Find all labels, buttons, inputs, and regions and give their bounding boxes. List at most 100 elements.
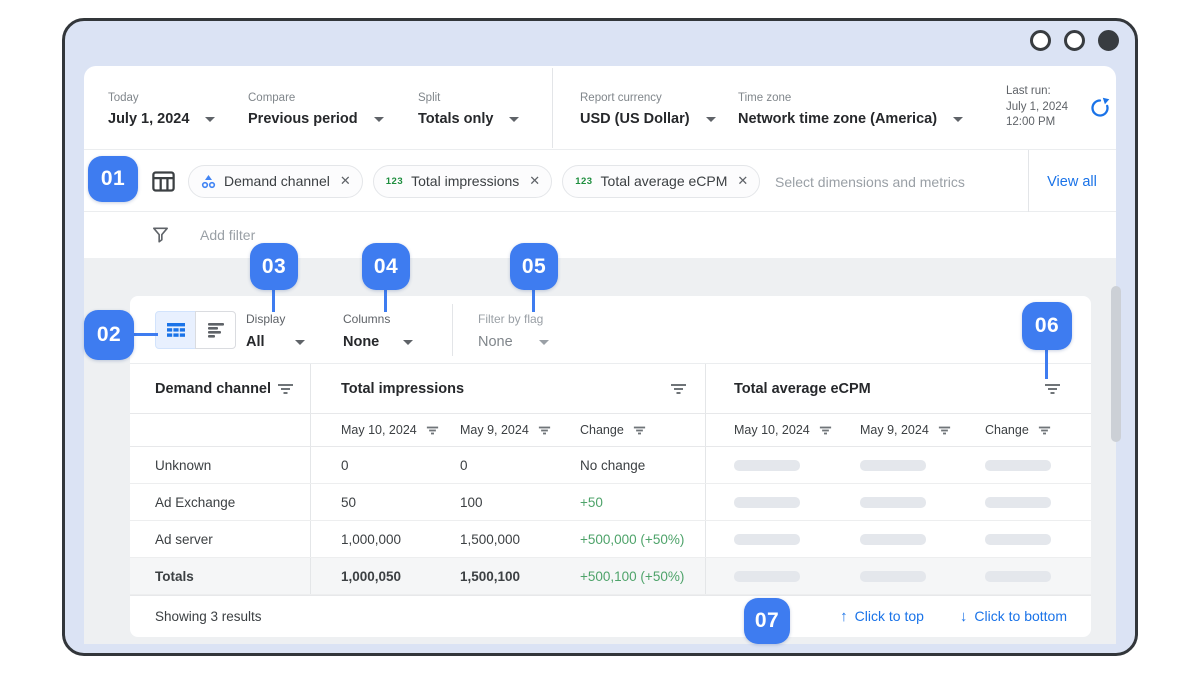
add-filter-button[interactable]: Add filter — [200, 227, 255, 243]
row-dimension: Totals — [130, 558, 310, 594]
columns-dropdown[interactable]: Columns None — [343, 312, 413, 350]
table-subheader-row: May 10, 2024 May 9, 2024 Change May 10, … — [130, 414, 1091, 447]
close-icon[interactable]: ✕ — [737, 173, 748, 189]
skeleton-pill — [734, 497, 800, 508]
sort-filter-icon[interactable] — [277, 383, 294, 395]
sort-filter-icon[interactable] — [426, 426, 439, 435]
table-row: Ad server 1,000,000 1,500,000 +500,000 (… — [130, 521, 1091, 558]
chart-view-button[interactable] — [195, 311, 236, 349]
table-view-button[interactable] — [155, 311, 196, 349]
timezone-selector[interactable]: Time zone Network time zone (America) — [738, 92, 963, 127]
dropdown-label: Columns — [343, 312, 413, 326]
selector-label: Today — [108, 92, 215, 104]
dimensions-metrics-row: Demand channel ✕ 123 Total impressions ✕… — [84, 150, 1116, 212]
chip-total-impressions[interactable]: 123 Total impressions ✕ — [373, 165, 552, 198]
row-value: 50 — [310, 484, 445, 520]
sort-filter-icon[interactable] — [633, 426, 646, 435]
callout-badge-04: 04 — [362, 243, 410, 290]
sort-filter-icon[interactable] — [819, 426, 832, 435]
report-settings-row: Today July 1, 2024 Compare Previous peri… — [84, 66, 1116, 150]
row-dimension: Ad server — [130, 521, 310, 557]
click-to-bottom-link[interactable]: ↓ Click to bottom — [960, 608, 1067, 625]
refresh-icon[interactable] — [1088, 96, 1112, 120]
arrow-up-icon: ↑ — [840, 608, 848, 625]
row-change: +500,000 (+50%) — [570, 521, 705, 557]
column-header: Demand channel — [155, 381, 271, 397]
filter-by-flag-dropdown[interactable]: Filter by flag None — [478, 312, 549, 350]
chevron-down-icon — [374, 117, 384, 122]
hierarchy-icon — [201, 174, 216, 189]
table-columns-icon[interactable] — [150, 168, 177, 195]
page: Today July 1, 2024 Compare Previous peri… — [0, 0, 1200, 675]
selector-label: Time zone — [738, 92, 963, 104]
placeholder-cell — [705, 558, 833, 594]
sort-filter-icon[interactable] — [538, 426, 551, 435]
table-header-row: Demand channel Total impressions Total a… — [130, 364, 1091, 414]
last-run-label: Last run: — [1006, 84, 1068, 100]
click-to-top-link[interactable]: ↑ Click to top — [840, 608, 924, 625]
chevron-down-icon — [295, 340, 305, 345]
placeholder-cell — [961, 558, 1091, 594]
sort-filter-icon[interactable] — [1038, 426, 1051, 435]
window-dot-icon[interactable] — [1064, 30, 1085, 51]
placeholder-cell — [961, 447, 1091, 483]
results-summary: Showing 3 results — [130, 609, 262, 624]
numeric-123-icon: 123 — [386, 176, 403, 187]
window-controls — [1030, 30, 1119, 51]
window-dot-filled-icon[interactable] — [1098, 30, 1119, 51]
filter-row: Add filter — [84, 212, 1116, 257]
callout-badge-06: 06 — [1022, 302, 1072, 350]
selector-value: Previous period — [248, 111, 358, 127]
chip-label: Total impressions — [411, 173, 519, 189]
row-value: 0 — [445, 447, 570, 483]
table-row: Ad Exchange 50 100 +50 — [130, 484, 1091, 521]
last-run-time: 12:00 PM — [1006, 115, 1068, 131]
row-dimension: Ad Exchange — [130, 484, 310, 520]
skeleton-pill — [860, 571, 926, 582]
skeleton-pill — [734, 571, 800, 582]
callout-connector — [272, 289, 275, 312]
view-all-link[interactable]: View all — [1028, 174, 1116, 190]
placeholder-cell — [961, 484, 1091, 520]
callout-connector — [134, 333, 158, 336]
table-view-icon — [166, 322, 186, 339]
selector-value: July 1, 2024 — [108, 111, 189, 127]
placeholder-cell — [705, 447, 833, 483]
chevron-down-icon — [953, 117, 963, 122]
subheader: May 9, 2024 — [460, 423, 529, 437]
date-range-selector[interactable]: Today July 1, 2024 — [108, 92, 215, 127]
table-row: Unknown 0 0 No change — [130, 447, 1091, 484]
sort-filter-icon[interactable] — [670, 383, 687, 395]
dimensions-metrics-input[interactable]: Select dimensions and metrics — [775, 174, 965, 190]
split-selector[interactable]: Split Totals only — [418, 92, 519, 127]
close-icon[interactable]: ✕ — [340, 173, 351, 189]
row-value: 1,000,000 — [310, 521, 445, 557]
divider — [552, 68, 553, 148]
dropdown-value: None — [343, 334, 379, 350]
close-icon[interactable]: ✕ — [529, 173, 540, 189]
link-label: Click to bottom — [974, 608, 1067, 624]
chip-total-average-ecpm[interactable]: 123 Total average eCPM ✕ — [562, 165, 760, 198]
window-dot-icon[interactable] — [1030, 30, 1051, 51]
chevron-down-icon — [403, 340, 413, 345]
skeleton-pill — [734, 534, 800, 545]
sort-filter-icon[interactable] — [938, 426, 951, 435]
currency-selector[interactable]: Report currency USD (US Dollar) — [580, 92, 716, 127]
row-value: 100 — [445, 484, 570, 520]
sort-filter-icon[interactable] — [1044, 383, 1061, 395]
row-change: +50 — [570, 484, 705, 520]
report-table-card: Display All Columns None Filter by flag … — [130, 296, 1091, 637]
display-dropdown[interactable]: Display All — [246, 312, 305, 350]
skeleton-pill — [985, 534, 1051, 545]
filter-funnel-icon[interactable] — [150, 224, 171, 245]
selector-value: Totals only — [418, 111, 493, 127]
callout-connector — [1045, 349, 1048, 379]
skeleton-pill — [985, 571, 1051, 582]
row-value: 1,000,050 — [310, 558, 445, 594]
callout-badge-07: 07 — [744, 598, 790, 644]
chip-demand-channel[interactable]: Demand channel ✕ — [188, 165, 363, 198]
scrollbar-thumb[interactable] — [1111, 286, 1121, 442]
row-value: 1,500,000 — [445, 521, 570, 557]
compare-selector[interactable]: Compare Previous period — [248, 92, 384, 127]
link-label: Click to top — [855, 608, 924, 624]
